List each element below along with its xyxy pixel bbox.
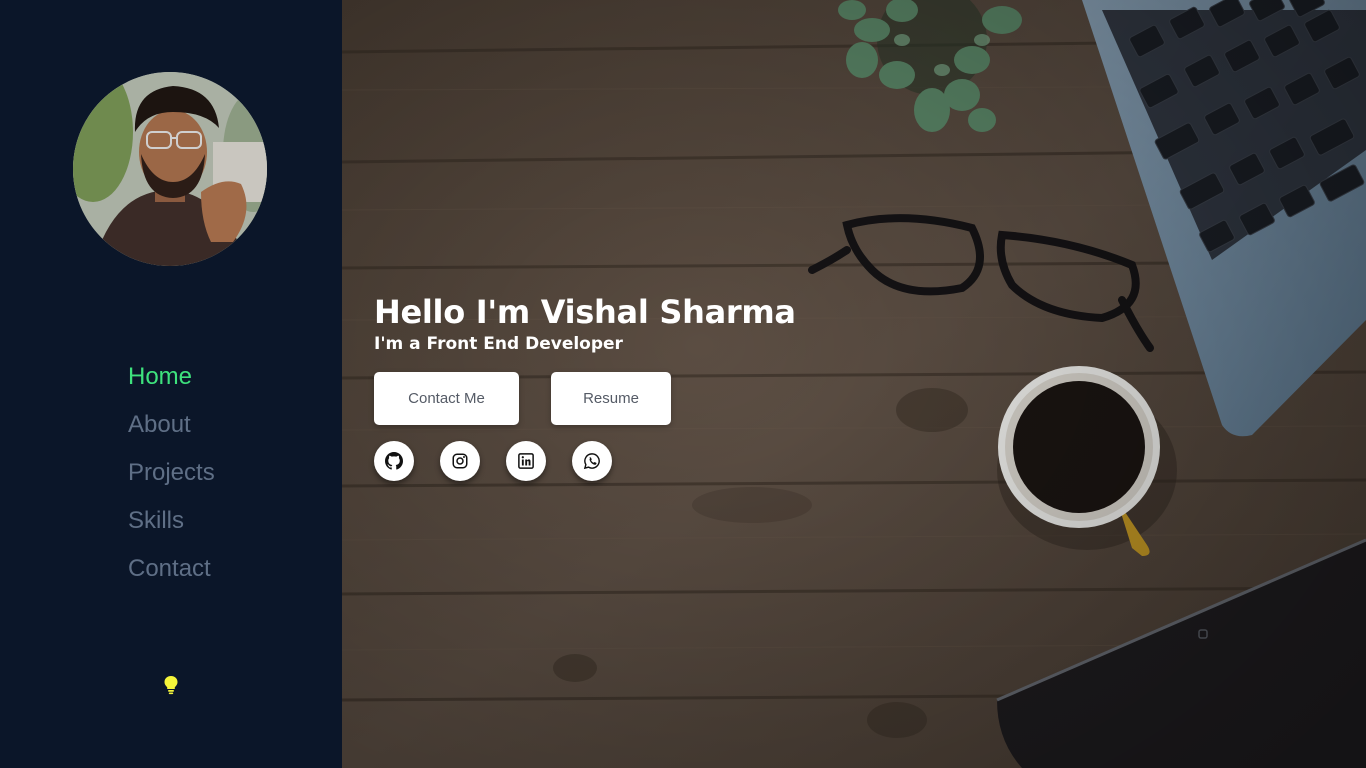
whatsapp-icon[interactable] <box>572 441 612 481</box>
lightbulb-icon[interactable] <box>163 675 179 695</box>
nav-item-about[interactable]: About <box>128 409 215 457</box>
hero-greeting: Hello I'm Vishal Sharma <box>374 293 796 331</box>
hero-intro: Hello I'm Vishal Sharma I'm a Front End … <box>374 290 796 354</box>
hero-buttons: Contact Me Resume <box>374 372 671 425</box>
nav-item-skills[interactable]: Skills <box>128 505 215 553</box>
hero-section: Hello I'm Vishal Sharma I'm a Front End … <box>342 0 1366 768</box>
nav-item-contact[interactable]: Contact <box>128 553 215 601</box>
nav-item-projects[interactable]: Projects <box>128 457 215 505</box>
linkedin-icon[interactable] <box>506 441 546 481</box>
sidebar: Home About Projects Skills Contact <box>0 0 342 768</box>
nav-item-home[interactable]: Home <box>128 361 215 409</box>
nav-menu: Home About Projects Skills Contact <box>128 361 215 601</box>
github-icon[interactable] <box>374 441 414 481</box>
avatar <box>73 72 267 266</box>
instagram-icon[interactable] <box>440 441 480 481</box>
social-links <box>374 441 612 481</box>
hero-role: I'm a Front End Developer <box>374 334 623 354</box>
contact-me-button[interactable]: Contact Me <box>374 372 519 425</box>
resume-button[interactable]: Resume <box>551 372 671 425</box>
